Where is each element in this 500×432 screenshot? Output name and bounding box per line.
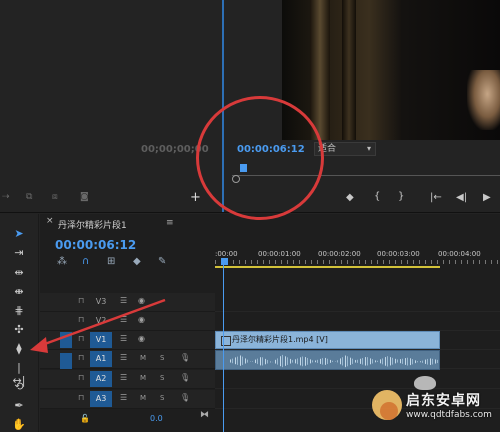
sync-lock-icon[interactable]: ☰ xyxy=(120,334,127,343)
watermark-logo-icon xyxy=(372,390,402,420)
add-button-icon[interactable]: + xyxy=(190,190,201,205)
track-name[interactable]: A3 xyxy=(90,391,112,407)
eye-icon[interactable]: ◉ xyxy=(138,334,145,343)
track-name[interactable]: A2 xyxy=(90,371,112,387)
track-header-v2: ⊓ V2 ☰ ◉ xyxy=(40,312,215,331)
mark-out-icon[interactable]: } xyxy=(398,191,404,202)
lock-icon[interactable]: ⊓ xyxy=(78,353,84,362)
play-icon[interactable]: ▶ xyxy=(483,192,491,203)
timeline-tab-title[interactable]: 丹泽尔精彩片段1 xyxy=(58,218,127,231)
sync-lock-icon[interactable]: ☰ xyxy=(120,315,127,324)
track-name[interactable]: V1 xyxy=(90,332,112,348)
track-lane[interactable] xyxy=(215,293,500,312)
step-back-icon[interactable]: ◀| xyxy=(456,192,467,203)
ruler-label: 00:00:04:00 xyxy=(438,250,481,258)
track-name[interactable]: V2 xyxy=(90,313,112,329)
add-marker-icon[interactable]: ◆ xyxy=(133,256,141,267)
sync-lock-icon[interactable]: ☰ xyxy=(120,296,127,305)
rate-stretch-tool-icon[interactable]: ⋕ xyxy=(12,304,26,317)
source-patch-v1[interactable] xyxy=(60,332,72,348)
selection-tool-icon[interactable]: ➤ xyxy=(12,227,26,240)
source-monitor xyxy=(0,0,222,212)
microphone-icon[interactable]: 🎙 xyxy=(180,373,190,382)
audio-waveform xyxy=(230,354,439,368)
eye-icon[interactable]: ◉ xyxy=(138,296,145,305)
wrench-icon[interactable]: ✎ xyxy=(158,256,166,267)
sync-lock-icon[interactable]: ☰ xyxy=(120,393,127,402)
track-select-tool-icon[interactable]: ⇥ xyxy=(12,246,26,259)
solo-button[interactable]: S xyxy=(160,374,164,382)
razor-tool-icon[interactable]: ⧫ xyxy=(12,342,26,355)
video-clip[interactable]: 丹泽尔精彩片段1.mp4 [V] xyxy=(215,331,440,349)
razor-track-tool-icon[interactable]: ✣ xyxy=(12,323,26,336)
track-name[interactable]: A1 xyxy=(90,351,112,367)
go-to-in-icon[interactable]: |← xyxy=(430,192,442,203)
lock-icon[interactable]: ⊓ xyxy=(78,315,84,324)
marker-icon[interactable]: ◆ xyxy=(346,192,354,203)
nest-icon[interactable]: ⁂ xyxy=(57,256,67,267)
overwrite-icon[interactable]: ⧉ xyxy=(26,192,32,202)
watermark-url: www.qdtdfabs.com xyxy=(406,410,492,420)
master-audio-icon[interactable]: ⧓ xyxy=(200,410,209,420)
master-lock-icon[interactable]: 🔓 xyxy=(80,414,90,423)
video-preview xyxy=(282,0,500,140)
track-header-a2: ⊓ A2 ☰ M S 🎙 xyxy=(40,370,215,389)
track-name[interactable]: V3 xyxy=(90,294,112,310)
ruler-label: 00:00:03:00 xyxy=(377,250,420,258)
camera-icon[interactable]: ◙ xyxy=(80,192,89,202)
ruler-ticks xyxy=(215,260,500,264)
mute-button[interactable]: M xyxy=(140,394,146,402)
chevron-down-icon: ▾ xyxy=(366,144,371,153)
ruler-label: 00:00:02:00 xyxy=(318,250,361,258)
lock-icon[interactable]: ⊓ xyxy=(78,373,84,382)
sync-lock-icon[interactable]: ☰ xyxy=(120,353,127,362)
timeline-playhead-line xyxy=(223,265,224,432)
timeline-playhead[interactable] xyxy=(221,258,228,265)
microphone-icon[interactable]: 🎙 xyxy=(180,393,190,402)
watermark: 启东安卓网 www.qdtdfabs.com xyxy=(370,384,500,432)
ripple-edit-tool-icon[interactable]: ⇹ xyxy=(12,266,26,279)
video-clip-label: 丹泽尔精彩片段1.mp4 [V] xyxy=(232,335,328,344)
lock-icon[interactable]: ⊓ xyxy=(78,334,84,343)
lock-icon[interactable]: ⊓ xyxy=(78,393,84,402)
annotation-circle xyxy=(196,96,324,220)
ruler-label: 00:00:01:00 xyxy=(258,250,301,258)
solo-button[interactable]: S xyxy=(160,394,164,402)
mute-button[interactable]: M xyxy=(140,374,146,382)
timeline-timecode[interactable]: 00:00:06:12 xyxy=(55,238,136,252)
close-icon[interactable]: × xyxy=(46,216,54,226)
insert-icon[interactable]: ⇢ xyxy=(2,192,10,202)
track-header-v3: ⊓ V3 ☰ ◉ xyxy=(40,293,215,312)
linked-selection-icon[interactable]: ⊞ xyxy=(107,256,115,267)
track-lane[interactable] xyxy=(215,312,500,331)
snap-magnet-icon[interactable]: ∩ xyxy=(82,256,89,267)
audio-clip[interactable] xyxy=(215,350,440,370)
track-header-a3: ⊓ A3 ☰ M S 🎙 xyxy=(40,390,215,409)
solo-button[interactable]: S xyxy=(160,354,164,362)
source-patch-a1[interactable] xyxy=(60,353,72,369)
master-volume-value[interactable]: 0.0 xyxy=(150,414,163,423)
lift-icon[interactable]: ⧈ xyxy=(52,192,58,202)
eye-icon[interactable]: ◉ xyxy=(138,315,145,324)
lock-icon[interactable]: ⊓ xyxy=(78,296,84,305)
pen-tool-icon[interactable]: ✒ xyxy=(12,399,26,412)
watermark-title: 启东安卓网 xyxy=(406,393,481,409)
hand-tool-icon[interactable]: ✋ xyxy=(12,418,26,431)
mute-button[interactable]: M xyxy=(140,354,146,362)
rolling-edit-tool-icon[interactable]: ⇼ xyxy=(12,285,26,298)
menu-icon[interactable]: ≡ xyxy=(166,218,174,228)
mark-in-icon[interactable]: { xyxy=(374,191,380,202)
ruler-label: :00:00 xyxy=(215,250,238,258)
work-area-bar[interactable] xyxy=(215,266,440,268)
slide-tool-icon[interactable]: ⟲ xyxy=(12,380,26,393)
microphone-icon[interactable]: 🎙 xyxy=(180,353,190,362)
sync-lock-icon[interactable]: ☰ xyxy=(120,373,127,382)
